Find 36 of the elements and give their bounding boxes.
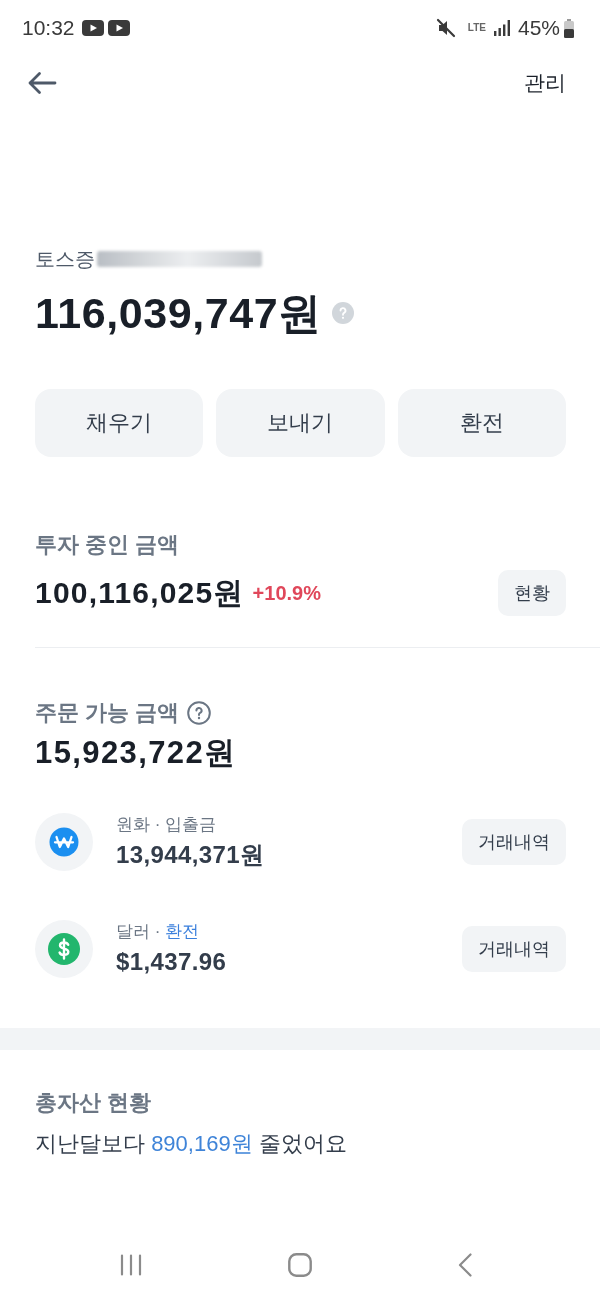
summary-sentence: 지난달보다 890,169원 줄었어요 <box>35 1130 348 1158</box>
battery-icon <box>564 18 574 38</box>
history-button[interactable]: 거래내역 <box>462 819 566 865</box>
action-button[interactable]: 채우기 <box>35 389 204 457</box>
history-button[interactable]: 거래내역 <box>462 926 566 972</box>
caption-link[interactable]: 환전 <box>165 922 200 941</box>
recent-apps-icon[interactable] <box>120 1254 142 1276</box>
invested-amount: 100,116,025원 <box>35 575 245 611</box>
total-amount: 116,039,747원 <box>35 288 322 338</box>
network-label: LTE <box>467 23 486 33</box>
change-percent: +10.9% <box>252 581 321 605</box>
home-icon[interactable] <box>288 1253 312 1277</box>
action-button[interactable]: 환전 <box>397 389 566 457</box>
signal-icon <box>493 20 510 36</box>
action-button[interactable]: 보내기 <box>216 389 385 457</box>
account-caption: 원화 · 입출금 <box>116 814 218 836</box>
won-icon <box>35 813 93 871</box>
section-title: 총자산 현황 <box>35 1089 153 1117</box>
video-notification-icon <box>107 20 130 36</box>
dollar-icon <box>35 920 93 978</box>
balance-amount: $1,437.96 <box>116 947 227 977</box>
section-title: 주문 가능 금액 <box>35 699 180 727</box>
manage-button[interactable]: 관리 <box>524 69 566 97</box>
orderable-amount: 15,923,722원 <box>35 734 238 772</box>
back-icon[interactable] <box>27 71 57 95</box>
status-time: 10:32 <box>22 16 75 40</box>
account-name: 토스증 <box>35 247 95 272</box>
help-icon[interactable] <box>187 701 212 725</box>
status-button[interactable]: 현황 <box>498 570 566 616</box>
video-notification-icon <box>81 20 104 36</box>
balance-amount: 13,944,371원 <box>116 840 265 870</box>
account-caption: 달러 · 환전 <box>116 921 201 943</box>
section-title: 투자 중인 금액 <box>35 531 181 559</box>
back-icon[interactable] <box>458 1253 472 1277</box>
battery-percent: 45% <box>517 16 560 40</box>
mute-icon <box>435 18 456 38</box>
